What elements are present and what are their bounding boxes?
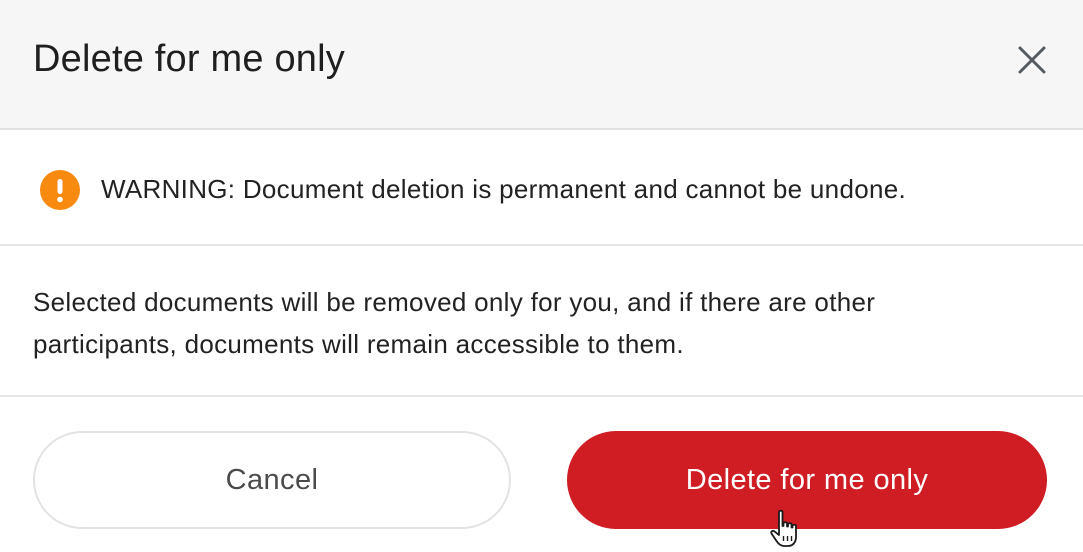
dialog-body: Selected documents will be removed only …	[0, 246, 1083, 397]
dialog-title: Delete for me only	[33, 38, 345, 80]
cancel-button[interactable]: Cancel	[33, 431, 511, 529]
close-icon	[1018, 46, 1046, 74]
warning-text: WARNING: Document deletion is permanent …	[101, 174, 907, 204]
delete-dialog: Delete for me only WARNING: Document del…	[0, 0, 1083, 552]
description-text: Selected documents will be removed only …	[33, 287, 876, 359]
warning-banner: WARNING: Document deletion is permanent …	[0, 130, 1083, 246]
dialog-header: Delete for me only	[0, 0, 1083, 130]
exclamation-icon	[40, 170, 80, 210]
close-button[interactable]	[1008, 36, 1056, 84]
delete-for-me-only-button[interactable]: Delete for me only	[567, 431, 1047, 529]
